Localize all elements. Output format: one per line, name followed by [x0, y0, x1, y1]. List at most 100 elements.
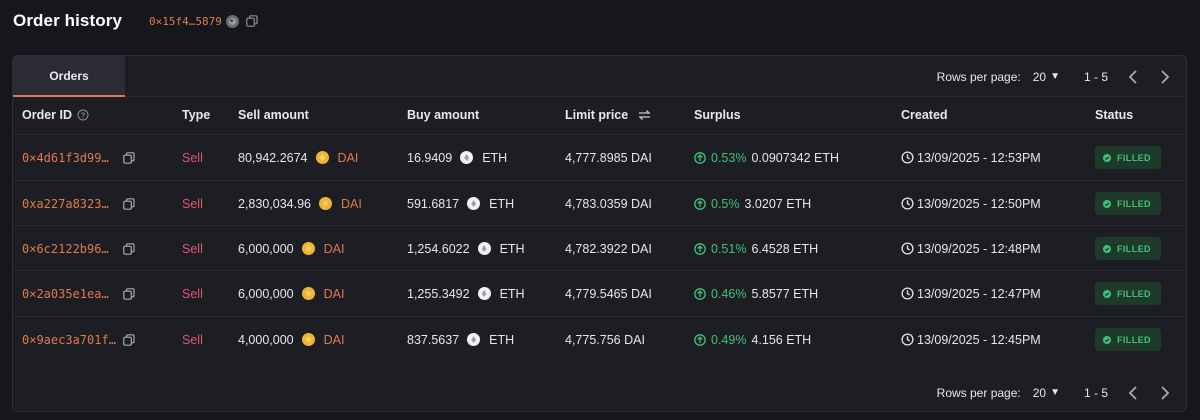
rows-per-page-select[interactable]: 20 ▼: [1033, 70, 1060, 84]
help-icon[interactable]: ?: [77, 109, 89, 121]
limit-price: 4,782.3922 DAI: [565, 241, 652, 256]
copy-icon[interactable]: [123, 151, 135, 164]
order-id-link[interactable]: 0xa227a8323…: [22, 197, 109, 211]
surplus-value: 4.156 ETH: [751, 332, 812, 347]
status-badge: FILLED: [1095, 282, 1161, 305]
wallet-avatar-icon: [225, 14, 239, 28]
table-row[interactable]: 0×9aec3a701f… Sell 4,000,000 DAI 837.5637 ETH…: [13, 316, 1186, 362]
sell-token-symbol[interactable]: DAI: [324, 242, 345, 256]
order-id-link[interactable]: 0×9aec3a701f…: [22, 333, 116, 347]
swap-icon[interactable]: [638, 109, 651, 121]
sell-amount: 4,000,000: [238, 332, 294, 347]
surplus-cell: 0.49% 4.156 ETH: [694, 317, 811, 362]
created-cell: 13/09/2025 - 12:47PM: [901, 271, 1041, 316]
rows-per-page-label: Rows per page:: [936, 69, 1021, 84]
buy-amount: 591.6817: [407, 196, 460, 211]
copy-icon[interactable]: [246, 15, 258, 27]
dai-token-icon: [319, 197, 332, 210]
sell-amount: 6,000,000: [238, 286, 294, 301]
dai-token-icon: [301, 287, 315, 300]
rows-per-page-select[interactable]: 20 ▼: [1033, 386, 1060, 400]
sell-token-symbol[interactable]: DAI: [338, 151, 359, 165]
buy-token-symbol[interactable]: ETH: [482, 151, 507, 165]
sell-amount-cell: 2,830,034.96 DAI: [238, 181, 362, 226]
surplus-percent: 0.5%: [711, 196, 740, 211]
eth-token-icon: [467, 333, 481, 346]
check-circle-icon: [1103, 289, 1111, 298]
table-row[interactable]: 0×6c2122b96… Sell 6,000,000 DAI 1,254.6022 ET…: [13, 225, 1186, 271]
column-header-sell-amount: Sell amount: [238, 108, 309, 122]
buy-amount-cell: 16.9409 ETH: [407, 135, 507, 180]
clock-icon: [901, 333, 914, 346]
column-header-limit-price-label: Limit price: [565, 108, 629, 122]
surplus-percent: 0.53%: [711, 150, 747, 165]
caret-down-icon: ▼: [1050, 71, 1060, 82]
dai-token-icon: [315, 151, 329, 164]
order-type: Sell: [182, 332, 203, 347]
limit-price: 4,783.0359 DAI: [565, 196, 652, 211]
surplus-cell: 0.51% 6.4528 ETH: [694, 226, 818, 271]
created-timestamp: 13/09/2025 - 12:47PM: [917, 286, 1041, 301]
wallet-address-link[interactable]: 0×15f4…5879: [149, 15, 222, 28]
orders-panel: Orders Rows per page: 20 ▼ 1 - 5 Order I…: [12, 55, 1187, 412]
page-header: Order history 0×15f4…5879: [13, 8, 258, 34]
sell-token-symbol[interactable]: DAI: [341, 197, 362, 211]
limit-price: 4,775.756 DAI: [565, 332, 645, 347]
next-page-button[interactable]: [1158, 385, 1172, 401]
copy-icon[interactable]: [123, 287, 135, 300]
arrow-up-circle-icon: [694, 287, 706, 300]
surplus-percent: 0.46%: [711, 286, 747, 301]
arrow-up-circle-icon: [694, 242, 706, 255]
column-header-order-id: Order ID ?: [22, 108, 89, 122]
clock-icon: [901, 151, 914, 164]
column-header-type: Type: [182, 108, 211, 122]
clock-icon: [901, 242, 914, 255]
sell-token-symbol[interactable]: DAI: [324, 287, 345, 301]
eth-token-icon: [467, 197, 481, 210]
buy-token-symbol[interactable]: ETH: [500, 287, 525, 301]
previous-page-button[interactable]: [1126, 69, 1140, 85]
surplus-percent: 0.49%: [711, 332, 747, 347]
sell-token-symbol[interactable]: DAI: [324, 333, 345, 347]
rows-per-page-value: 20: [1032, 69, 1047, 84]
status-badge: FILLED: [1095, 237, 1161, 260]
buy-token-symbol[interactable]: ETH: [489, 197, 514, 211]
clock-icon: [901, 197, 914, 210]
table-row[interactable]: 0×2a035e1ea… Sell 6,000,000 DAI 1,255.3492 ET…: [13, 270, 1186, 316]
surplus-value: 5.8577 ETH: [751, 286, 819, 301]
eth-token-icon: [477, 287, 491, 300]
copy-icon[interactable]: [123, 333, 135, 346]
dai-token-icon: [301, 333, 315, 346]
order-id-link[interactable]: 0×4d61f3d99…: [22, 151, 109, 165]
sell-amount: 6,000,000: [238, 241, 294, 256]
check-circle-icon: [1103, 335, 1111, 344]
order-type: Sell: [182, 241, 203, 256]
order-id-link[interactable]: 0×2a035e1ea…: [22, 287, 109, 301]
orders-toolbar: Orders Rows per page: 20 ▼ 1 - 5: [13, 56, 1186, 97]
previous-page-button[interactable]: [1126, 385, 1140, 401]
check-circle-icon: [1103, 199, 1111, 208]
order-type: Sell: [182, 286, 203, 301]
tab-orders[interactable]: Orders: [13, 56, 125, 97]
buy-token-symbol[interactable]: ETH: [500, 242, 525, 256]
arrow-up-circle-icon: [694, 197, 706, 210]
table-row[interactable]: 0xa227a8323… Sell 2,830,034.96 DAI 591.6817 E…: [13, 180, 1186, 226]
created-cell: 13/09/2025 - 12:53PM: [901, 135, 1041, 180]
surplus-cell: 0.46% 5.8577 ETH: [694, 271, 818, 316]
status-badge: FILLED: [1095, 146, 1161, 169]
buy-token-symbol[interactable]: ETH: [489, 333, 514, 347]
status-label: FILLED: [1117, 334, 1151, 345]
table-row[interactable]: 0×4d61f3d99… Sell 80,942.2674 DAI 16.9409 ETH…: [13, 134, 1186, 180]
surplus-value: 0.0907342 ETH: [751, 150, 840, 165]
surplus-cell: 0.5% 3.0207 ETH: [694, 181, 811, 226]
copy-icon[interactable]: [123, 197, 135, 210]
column-header-status: Status: [1095, 108, 1134, 122]
pagination-bottom: Rows per page: 20 ▼ 1 - 5: [936, 372, 1172, 411]
svg-text:?: ?: [81, 111, 86, 120]
copy-icon[interactable]: [123, 242, 135, 255]
buy-amount-cell: 837.5637 ETH: [407, 317, 514, 362]
rows-per-page-label: Rows per page:: [936, 385, 1021, 400]
wallet-info: 0×15f4…5879: [149, 14, 258, 28]
order-id-link[interactable]: 0×6c2122b96…: [22, 242, 109, 256]
next-page-button[interactable]: [1158, 69, 1172, 85]
